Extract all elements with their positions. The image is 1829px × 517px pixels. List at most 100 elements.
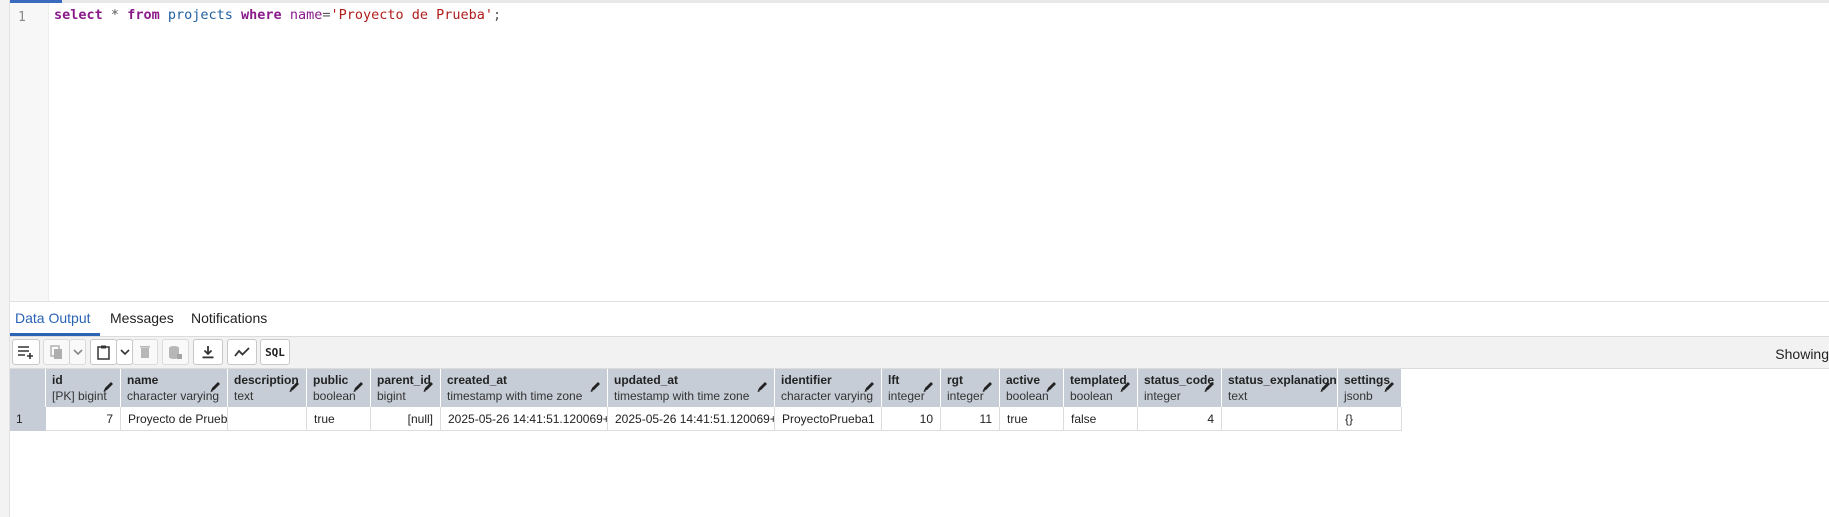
line-gutter: 1 — [10, 3, 49, 302]
output-tabs: Data Output Messages Notifications — [10, 304, 1829, 337]
column-header-status-explanation[interactable]: status_explanation text — [1222, 369, 1338, 407]
sql-string-literal: 'Proyecto de Prueba' — [330, 7, 494, 23]
column-type: [PK] bigint — [52, 389, 107, 403]
pencil-icon[interactable] — [1383, 380, 1396, 393]
graph-visualiser-button[interactable] — [227, 339, 257, 365]
pencil-icon[interactable] — [756, 380, 769, 393]
add-row-button[interactable] — [12, 339, 40, 365]
table-cell-settings[interactable]: {} — [1338, 407, 1402, 431]
column-type: integer — [888, 389, 925, 403]
table-cell-active[interactable]: true — [1000, 407, 1064, 431]
table-cell-templated[interactable]: false — [1064, 407, 1138, 431]
table-cell-updated-at[interactable]: 2025-05-26 14:41:51.120069+00 — [608, 407, 775, 431]
column-name: name — [127, 373, 159, 387]
table-cell-id[interactable]: 7 — [46, 407, 121, 431]
chevron-down-icon — [72, 348, 83, 355]
copy-button[interactable] — [43, 339, 70, 365]
data-toolbar: SQL Showing — [10, 337, 1829, 369]
pencil-icon[interactable] — [352, 380, 365, 393]
sql-keyword-from: from — [127, 7, 160, 23]
pencil-icon[interactable] — [209, 380, 222, 393]
table-cell-identifier[interactable]: ProyectoPrueba1 — [775, 407, 882, 431]
paste-button[interactable] — [90, 339, 117, 365]
pencil-icon[interactable] — [1045, 380, 1058, 393]
column-header-updated-at[interactable]: updated_at timestamp with time zone — [608, 369, 775, 407]
delete-row-button[interactable] — [132, 339, 158, 365]
table-cell-status-code[interactable]: 4 — [1138, 407, 1222, 431]
column-header-description[interactable]: description text — [228, 369, 307, 407]
sql-keyword-where: where — [241, 7, 282, 23]
table-cell-rgt[interactable]: 11 — [941, 407, 1000, 431]
column-name: public — [313, 373, 349, 387]
column-name: updated_at — [614, 373, 679, 387]
editor-divider — [10, 301, 1829, 302]
column-header-rgt[interactable]: rgt integer — [941, 369, 1000, 407]
pencil-icon[interactable] — [288, 380, 301, 393]
column-name: lft — [888, 373, 900, 387]
column-header-active[interactable]: active boolean — [1000, 369, 1064, 407]
column-name: id — [52, 373, 63, 387]
column-header-id[interactable]: id [PK] bigint — [46, 369, 121, 407]
column-header-name[interactable]: name character varying — [121, 369, 228, 407]
pencil-icon[interactable] — [1119, 380, 1132, 393]
column-type: boolean — [1006, 389, 1049, 403]
column-header-public[interactable]: public boolean — [307, 369, 371, 407]
grid-corner — [10, 369, 46, 407]
pencil-icon[interactable] — [981, 380, 994, 393]
download-button[interactable] — [193, 339, 223, 365]
chevron-down-icon — [119, 348, 130, 355]
column-header-templated[interactable]: templated boolean — [1064, 369, 1138, 407]
tab-messages[interactable]: Messages — [110, 310, 174, 326]
sql-editor[interactable]: 1 select * from projects where name='Pro… — [10, 0, 1829, 302]
tab-notifications[interactable]: Notifications — [191, 310, 267, 326]
pencil-icon[interactable] — [922, 380, 935, 393]
editor-tab-strip — [10, 0, 1829, 3]
pencil-icon[interactable] — [102, 380, 115, 393]
table-cell-parent-id[interactable]: [null] — [371, 407, 441, 431]
paste-options-dropdown[interactable] — [116, 339, 133, 365]
column-name: created_at — [447, 373, 508, 387]
column-header-lft[interactable]: lft integer — [882, 369, 941, 407]
showing-rows-text: Showing — [1775, 346, 1829, 362]
pencil-icon[interactable] — [1319, 380, 1332, 393]
column-type: timestamp with time zone — [614, 389, 750, 403]
save-data-button[interactable] — [162, 339, 189, 365]
copy-options-dropdown[interactable] — [69, 339, 86, 365]
pencil-icon[interactable] — [422, 380, 435, 393]
download-icon — [202, 346, 214, 359]
add-row-icon — [18, 346, 33, 359]
table-cell-description[interactable] — [228, 407, 307, 431]
trash-icon — [140, 346, 150, 358]
table-cell-lft[interactable]: 10 — [882, 407, 941, 431]
table-cell-public[interactable]: true — [307, 407, 371, 431]
column-name: identifier — [781, 373, 832, 387]
column-type: boolean — [1070, 389, 1113, 403]
pencil-icon[interactable] — [1203, 380, 1216, 393]
copy-icon — [49, 344, 62, 359]
table-cell-status-explanation[interactable] — [1222, 407, 1338, 431]
row-number[interactable]: 1 — [10, 407, 46, 431]
line-number: 1 — [18, 10, 26, 25]
sql-button[interactable]: SQL — [260, 339, 290, 365]
column-type: boolean — [313, 389, 356, 403]
column-type: character varying — [127, 389, 220, 403]
column-header-created-at[interactable]: created_at timestamp with time zone — [441, 369, 608, 407]
database-save-icon — [169, 345, 182, 359]
table-cell-created-at[interactable]: 2025-05-26 14:41:51.120069+00 — [441, 407, 608, 431]
pencil-icon[interactable] — [863, 380, 876, 393]
table-cell-name[interactable]: Proyecto de Prueba — [121, 407, 228, 431]
column-header-status-code[interactable]: status_code integer — [1138, 369, 1222, 407]
column-header-settings[interactable]: settings jsonb — [1338, 369, 1402, 407]
line-chart-icon — [234, 347, 250, 357]
sql-code-line[interactable]: select * from projects where name='Proye… — [54, 7, 501, 23]
left-rail — [0, 0, 10, 517]
pencil-icon[interactable] — [589, 380, 602, 393]
column-type: jsonb — [1344, 389, 1373, 403]
column-header-identifier[interactable]: identifier character varying — [775, 369, 882, 407]
column-header-parent-id[interactable]: parent_id bigint — [371, 369, 441, 407]
sql-keyword-select: select — [54, 7, 103, 23]
column-type: text — [1228, 389, 1248, 403]
column-name: rgt — [947, 373, 963, 387]
tab-data-output[interactable]: Data Output — [15, 310, 91, 326]
column-type: integer — [1144, 389, 1181, 403]
